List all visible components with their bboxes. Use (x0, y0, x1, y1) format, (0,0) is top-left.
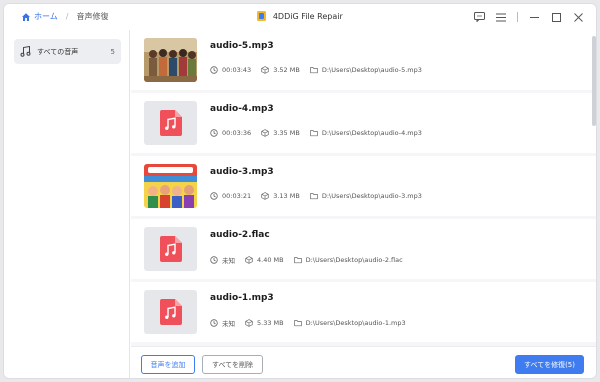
size-cube-icon (245, 256, 253, 264)
file-duration: 未知 (222, 320, 235, 328)
size-cube-icon (261, 129, 269, 137)
delete-all-button[interactable]: すべてを削除 (202, 355, 263, 374)
file-meta: 00:03:36 3.35 MB D:\Users\Desktop\audio-… (210, 129, 432, 137)
file-row[interactable]: audio-3.mp3 00:03:21 3.13 MB D:\Users\De… (131, 156, 596, 216)
file-path: D:\Users\Desktop\audio-4.mp3 (321, 129, 422, 137)
repair-all-button[interactable]: すべてを修復(5) (515, 355, 584, 374)
clock-icon (210, 319, 218, 327)
file-path: D:\Users\Desktop\audio-3.mp3 (321, 192, 422, 200)
file-path: D:\Users\Desktop\audio-1.mp3 (305, 319, 406, 327)
sidebar: すべての音声 5 (4, 30, 130, 378)
clock-icon (210, 192, 218, 200)
sidebar-item-all-audio[interactable]: すべての音声 5 (14, 39, 121, 64)
scrollbar[interactable] (592, 36, 596, 126)
footer-bar: 音声を追加 すべてを削除 すべてを修復(5) (131, 346, 596, 378)
clock-icon (210, 256, 218, 264)
music-file-icon (159, 110, 182, 136)
maximize-icon[interactable] (548, 10, 564, 24)
size-cube-icon (245, 319, 253, 327)
file-name: audio-2.flac (210, 230, 270, 240)
app-window: ホーム / 音声修復 4DDiG File Repair すべての音声 5 au… (3, 3, 597, 379)
size-cube-icon (261, 66, 269, 74)
folder-icon (310, 193, 318, 200)
add-audio-button[interactable]: 音声を追加 (141, 355, 195, 374)
controls-divider (517, 12, 518, 22)
file-path: D:\Users\Desktop\audio-2.flac (305, 256, 403, 264)
file-thumbnail-cover-art (144, 164, 197, 208)
folder-icon (310, 130, 318, 137)
file-thumbnail-placeholder (144, 101, 197, 145)
app-title: 4DDiG File Repair (272, 12, 343, 21)
file-thumbnail-photo (144, 38, 197, 82)
folder-icon (310, 67, 318, 74)
sidebar-item-count: 5 (110, 47, 115, 56)
file-row[interactable]: audio-2.flac 未知 4.40 MB D:\Users\Desktop… (131, 219, 596, 279)
title-bar: ホーム / 音声修復 4DDiG File Repair (4, 4, 596, 30)
app-logo-icon (257, 11, 267, 21)
file-duration: 00:03:21 (222, 192, 252, 200)
file-meta: 00:03:43 3.52 MB D:\Users\Desktop\audio-… (210, 66, 432, 74)
music-note-icon (20, 46, 31, 57)
clock-icon (210, 66, 218, 74)
folder-icon (293, 320, 302, 327)
file-meta: 未知 5.33 MB D:\Users\Desktop\audio-1.mp3 (210, 318, 416, 328)
file-name: audio-3.mp3 (210, 167, 274, 177)
file-name: audio-4.mp3 (210, 104, 274, 114)
file-meta: 未知 4.40 MB D:\Users\Desktop\audio-2.flac (210, 255, 413, 265)
file-size: 5.33 MB (257, 319, 284, 327)
file-size: 3.35 MB (273, 129, 300, 137)
file-row[interactable]: audio-4.mp3 00:03:36 3.35 MB D:\Users\De… (131, 93, 596, 153)
file-thumbnail-placeholder (144, 227, 197, 271)
close-icon[interactable] (570, 10, 586, 24)
file-size: 3.13 MB (273, 192, 300, 200)
music-file-icon (159, 299, 182, 325)
menu-icon[interactable] (493, 10, 509, 24)
file-size: 4.40 MB (257, 256, 284, 264)
file-name: audio-1.mp3 (210, 293, 274, 303)
file-duration: 00:03:36 (222, 129, 252, 137)
file-name: audio-5.mp3 (210, 41, 274, 51)
clock-icon (210, 129, 218, 137)
minimize-icon[interactable] (526, 10, 542, 24)
music-file-icon (159, 236, 182, 262)
window-controls (465, 10, 586, 24)
file-size: 3.52 MB (273, 66, 300, 74)
file-meta: 00:03:21 3.13 MB D:\Users\Desktop\audio-… (210, 192, 432, 200)
file-thumbnail-placeholder (144, 290, 197, 334)
size-cube-icon (261, 192, 269, 200)
file-row[interactable]: audio-5.mp3 00:03:43 3.52 MB D:\Users\De… (131, 30, 596, 90)
file-duration: 00:03:43 (222, 66, 252, 74)
feedback-icon[interactable] (471, 10, 487, 24)
file-row[interactable]: audio-1.mp3 未知 5.33 MB D:\Users\Desktop\… (131, 282, 596, 342)
file-duration: 未知 (222, 257, 235, 265)
file-path: D:\Users\Desktop\audio-5.mp3 (321, 66, 422, 74)
file-list: audio-5.mp3 00:03:43 3.52 MB D:\Users\De… (131, 30, 596, 346)
folder-icon (293, 257, 302, 264)
sidebar-item-label: すべての音声 (37, 47, 79, 56)
